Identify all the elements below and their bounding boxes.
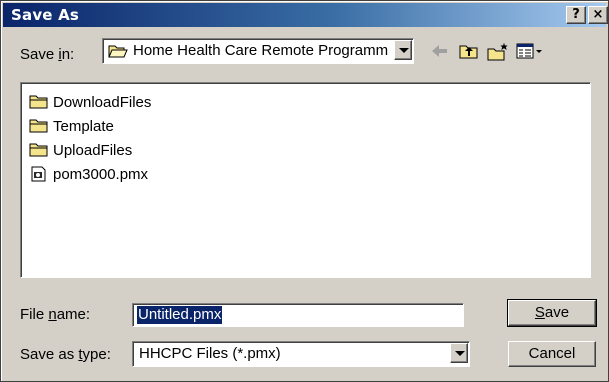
folder-icon <box>29 95 48 109</box>
list-item[interactable]: DownloadFiles <box>29 91 151 113</box>
list-item[interactable]: UploadFiles <box>29 139 132 161</box>
help-button[interactable]: ? <box>566 6 586 24</box>
window-title: Save As <box>11 6 80 24</box>
back-arrow-icon[interactable] <box>428 41 452 61</box>
save-in-dropdown[interactable]: Home Health Care Remote Programm <box>102 38 414 64</box>
new-folder-icon[interactable] <box>486 41 510 61</box>
folder-open-icon <box>108 45 128 58</box>
file-list[interactable]: DownloadFiles Template UploadFiles pom30… <box>20 82 591 278</box>
view-menu-icon[interactable] <box>515 41 545 61</box>
file-name-input[interactable]: Untitled.pmx <box>132 303 464 327</box>
list-item[interactable]: pom3000.pmx <box>29 163 148 185</box>
up-one-level-icon[interactable] <box>457 41 481 61</box>
save-button[interactable]: Save <box>507 299 597 327</box>
save-as-type-label: Save as type: <box>20 346 111 363</box>
pmx-file-icon <box>31 166 46 182</box>
file-name-value: Untitled.pmx <box>137 306 223 324</box>
save-as-type-dropdown[interactable]: HHCPC Files (*.pmx) <box>132 341 470 367</box>
list-item-label: DownloadFiles <box>53 93 152 111</box>
close-button[interactable]: × <box>588 6 608 24</box>
list-item-label: pom3000.pmx <box>53 165 149 183</box>
list-item-label: Template <box>53 117 114 135</box>
list-item-label: UploadFiles <box>53 141 133 159</box>
list-item[interactable]: Template <box>29 115 114 137</box>
folder-icon <box>29 119 48 133</box>
save-in-value: Home Health Care Remote Programm <box>133 42 389 59</box>
folder-icon <box>29 143 48 157</box>
save-as-dialog: Save As ? × Save in: Home Health Care Re… <box>0 0 609 382</box>
save-in-dropdown-arrow[interactable] <box>394 40 412 60</box>
save-as-type-dropdown-arrow[interactable] <box>450 343 468 363</box>
title-bar[interactable]: Save As ? × <box>3 3 608 27</box>
file-name-label: File name: <box>20 306 91 323</box>
save-in-label: Save in: <box>20 46 75 63</box>
save-as-type-value: HHCPC Files (*.pmx) <box>139 345 281 362</box>
cancel-button[interactable]: Cancel <box>508 341 596 367</box>
